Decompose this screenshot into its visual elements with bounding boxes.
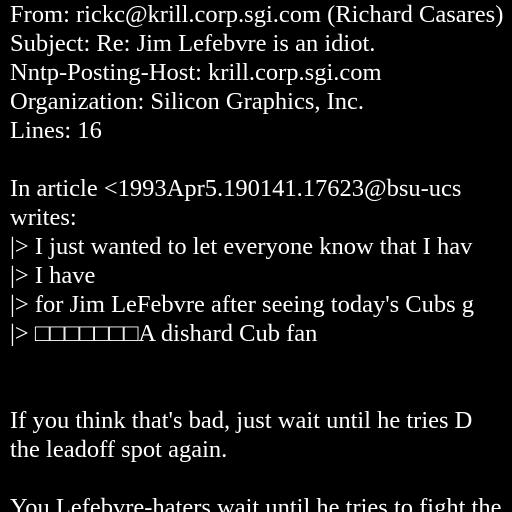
quoted-line: |> for Jim LeFebvre after seeing today's… xyxy=(10,291,475,318)
body-line: If you think that's bad, just wait until… xyxy=(10,407,473,434)
header-subject-line: Subject: Re: Jim Lefebvre is an idiot. xyxy=(10,30,376,57)
header-nntp-posting-host-line: Nntp-Posting-Host: krill.corp.sgi.com xyxy=(10,59,382,86)
email-document: From: rickc@krill.corp.sgi.com (Richard … xyxy=(0,0,512,512)
attribution-line: In article <1993Apr5.190141.17623@bsu-uc… xyxy=(10,175,462,202)
body-line: You Lefebvre-haters wait until he tries … xyxy=(10,494,502,512)
body-line: the leadoff spot again. xyxy=(10,436,228,463)
quoted-line: |> I have xyxy=(10,262,96,289)
attribution-writes-line: writes: xyxy=(10,204,77,231)
header-lines-count-line: Lines: 16 xyxy=(10,117,102,144)
header-from-line: From: rickc@krill.corp.sgi.com (Richard … xyxy=(10,1,504,28)
header-organization-line: Organization: Silicon Graphics, Inc. xyxy=(10,88,365,115)
quoted-signature-line: |> □□□□□□□A dishard Cub fan xyxy=(10,320,318,347)
quoted-line: |> I just wanted to let everyone know th… xyxy=(10,233,473,260)
